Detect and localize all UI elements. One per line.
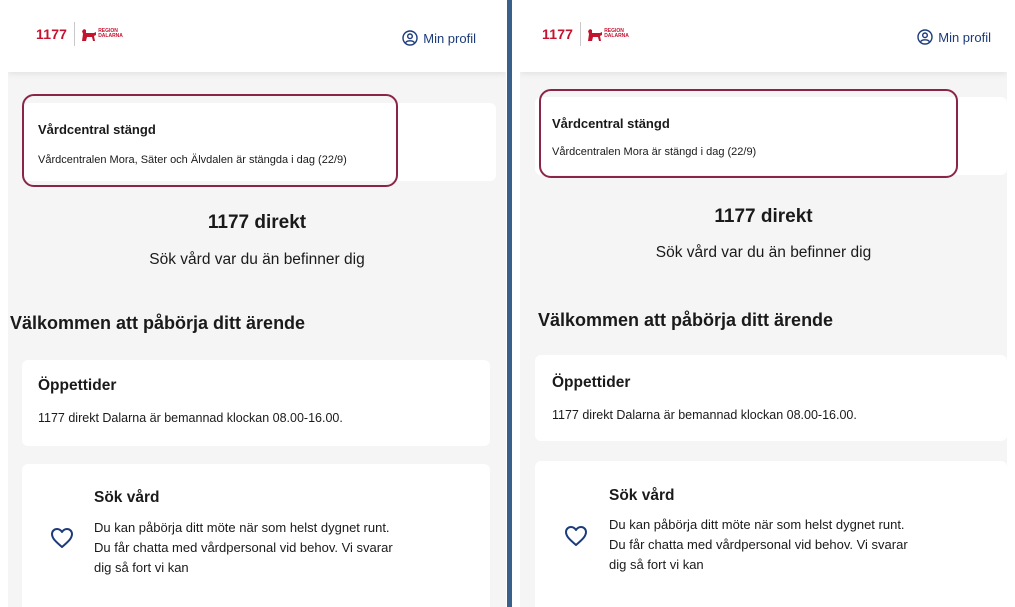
care-text: Du kan påbörja ditt möte när som helst d… [94,518,454,578]
hero-subtitle: Sök vård var du än befinner dig [149,251,365,268]
profile-link[interactable]: Min profil [917,29,991,45]
care-line-3: dig så fort vi kan [94,560,189,575]
alert-highlight [22,94,398,187]
profile-icon [402,30,418,46]
alert-body: Vårdcentralen Mora, Säter och Älvdalen ä… [38,154,347,166]
hours-title: Öppettider [38,377,117,394]
logo-1177: 1177 [542,26,574,42]
dala-horse-icon [82,28,97,41]
region-logo: REGION DALARNA [587,28,629,41]
dala-horse-icon [588,28,603,41]
profile-label: Min profil [423,30,476,46]
region-line2: DALARNA [604,33,629,39]
hours-text: 1177 direkt Dalarna är bemannad klockan … [552,408,857,422]
care-text: Du kan påbörja ditt möte när som helst d… [609,515,969,575]
logo-separator [580,22,582,46]
alert-title: Vårdcentral stängd [38,122,156,137]
care-title: Sök vård [609,487,675,504]
profile-label: Min profil [938,29,991,45]
region-logo: REGION DALARNA [81,28,123,41]
care-line-1: Du kan påbörja ditt möte när som helst d… [609,517,905,532]
header: 1177 REGION DALARNA Min profil [8,0,506,72]
logo-separator [74,22,76,46]
profile-icon [917,29,933,45]
logo-1177: 1177 [36,26,68,42]
hero-title: 1177 direkt [714,206,813,227]
hours-title: Öppettider [552,374,631,391]
alert-body: Vårdcentralen Mora är stängd i dag (22/9… [552,146,757,158]
brand-logo[interactable]: 1177 REGION DALARNA [36,22,123,46]
alert-title: Vårdcentral stängd [552,116,670,131]
care-line-3: dig så fort vi kan [609,557,704,572]
care-line-2: Du får chatta med vårdpersonal vid behov… [94,540,393,555]
hours-card [22,360,490,446]
hero-title: 1177 direkt [207,212,307,233]
section-title: Välkommen att påbörja ditt ärende [10,313,306,333]
region-line2: DALARNA [98,33,123,39]
right-panel: 1177 REGION DALARNA Min profil Vårdcentr… [520,8,1007,607]
alert-highlight [539,89,958,178]
profile-link[interactable]: Min profil [402,30,476,46]
care-title: Sök vård [94,489,160,506]
hero-subtitle: Sök vård var du än befinner dig [655,244,872,261]
section-title: Välkommen att påbörja ditt ärende [538,310,834,330]
panel-divider [507,0,512,607]
heart-icon [565,526,587,546]
care-line-2: Du får chatta med vårdpersonal vid behov… [609,537,908,552]
heart-icon [51,528,73,548]
left-panel: 1177 REGION DALARNA Min profil Vårdcentr… [8,0,506,607]
care-line-1: Du kan påbörja ditt möte när som helst d… [94,520,390,535]
hours-text: 1177 direkt Dalarna är bemannad klockan … [38,411,343,425]
header: 1177 REGION DALARNA Min profil [520,8,1007,72]
brand-logo[interactable]: 1177 REGION DALARNA [542,22,629,46]
hours-card [535,355,1007,441]
